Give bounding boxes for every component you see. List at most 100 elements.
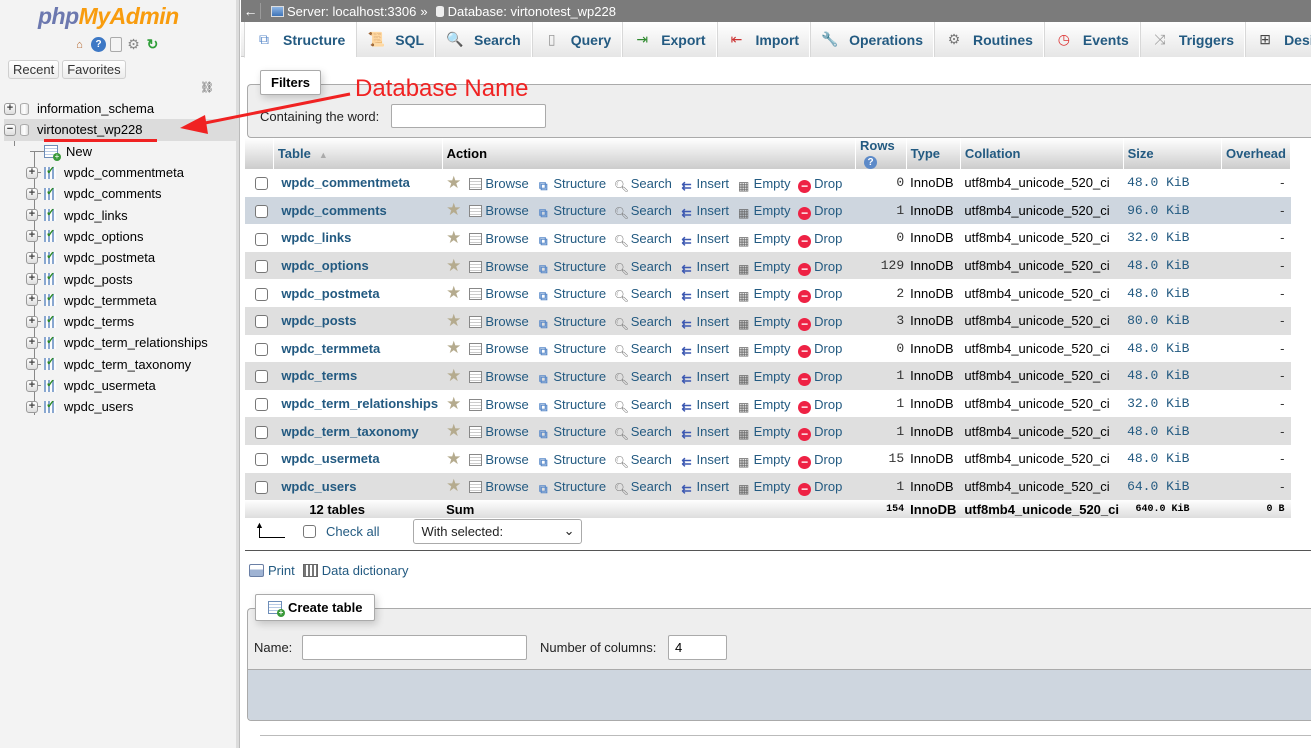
header-size[interactable]: Size <box>1123 138 1223 169</box>
browse-label[interactable]: Browse <box>485 286 528 301</box>
tab-structure[interactable]: ⧉ Structure <box>244 22 357 58</box>
tree-db-information-schema[interactable]: + information_schema <box>4 98 236 119</box>
table-name-link[interactable]: wpdc_comments <box>273 196 443 225</box>
header-overhead[interactable]: Overhead <box>1221 138 1291 169</box>
nav-resizer[interactable] <box>236 0 239 748</box>
data-dictionary-icon[interactable] <box>302 564 318 577</box>
favorite-star-icon[interactable]: ★ <box>446 311 461 330</box>
tab-export[interactable]: ⇥ Export <box>622 22 717 57</box>
row-checkbox[interactable] <box>255 480 268 494</box>
search-label[interactable]: Search <box>631 369 672 384</box>
empty-label[interactable]: Empty <box>754 452 791 467</box>
structure-label[interactable]: Structure <box>553 259 606 274</box>
row-checkbox[interactable] <box>255 398 268 412</box>
table-size[interactable]: 64.0 KiB <box>1123 472 1222 501</box>
db-name[interactable]: information_schema <box>37 101 154 116</box>
row-checkbox[interactable] <box>255 370 268 384</box>
empty-label[interactable]: Empty <box>754 369 791 384</box>
table-name[interactable]: wpdc_options <box>64 229 144 244</box>
empty-action[interactable]: ▦ Empty <box>737 424 791 441</box>
table-name-link[interactable]: wpdc_users <box>273 472 443 501</box>
search-label[interactable]: Search <box>631 231 672 246</box>
table-row[interactable]: wpdc_term_relationships ★ Browse ⧉ Structur… <box>245 389 1291 418</box>
help-icon[interactable]: ? <box>91 37 106 52</box>
insert-label[interactable]: Insert <box>697 176 730 191</box>
search-action[interactable]: 🔍︎ Search <box>614 259 672 276</box>
search-action[interactable]: 🔍︎ Search <box>614 369 672 386</box>
table-size[interactable]: 48.0 KiB <box>1123 251 1222 280</box>
empty-label[interactable]: Empty <box>754 203 791 218</box>
browse-label[interactable]: Browse <box>485 341 528 356</box>
expand-plus-icon[interactable]: + <box>26 230 38 243</box>
expand-plus-icon[interactable]: + <box>4 102 16 115</box>
table-name[interactable]: wpdc_users <box>64 399 133 414</box>
browse-action[interactable]: Browse <box>469 479 529 494</box>
table-size[interactable]: 32.0 KiB <box>1123 389 1222 418</box>
header-rows[interactable]: Rows? <box>855 138 907 169</box>
header-rows-label[interactable]: Rows <box>860 138 895 153</box>
collapse-nav-arrow-icon[interactable]: ← <box>241 3 261 19</box>
browse-label[interactable]: Browse <box>485 452 528 467</box>
favorite-star-icon[interactable]: ★ <box>446 366 461 385</box>
table-row[interactable]: wpdc_usermeta ★ Browse ⧉ Structure 🔍︎ Search… <box>245 444 1291 473</box>
empty-action[interactable]: ▦ Empty <box>737 452 791 469</box>
expand-plus-icon[interactable]: + <box>26 209 38 222</box>
table-row[interactable]: wpdc_posts ★ Browse ⧉ Structure 🔍︎ Search ⇇ I… <box>245 306 1291 335</box>
recent-tab[interactable]: Recent <box>8 60 60 79</box>
browse-action[interactable]: Browse <box>469 369 529 384</box>
table-name[interactable]: wpdc_term_relationships <box>64 335 208 350</box>
tree-table-item[interactable]: + wpdc_usermeta <box>4 375 236 396</box>
tree-table-item[interactable]: + wpdc_links <box>4 204 236 225</box>
table-size[interactable]: 96.0 KiB <box>1123 196 1222 225</box>
structure-label[interactable]: Structure <box>553 341 606 356</box>
insert-action[interactable]: ⇇ Insert <box>680 424 730 441</box>
expand-plus-icon[interactable]: + <box>26 273 38 286</box>
table-name[interactable]: wpdc_termmeta <box>64 293 156 308</box>
drop-action[interactable]: − Drop <box>798 314 842 331</box>
tab-search[interactable]: 🔍 Search <box>435 22 532 57</box>
sort-asc-icon[interactable]: ▲ <box>319 150 328 160</box>
insert-label[interactable]: Insert <box>697 341 730 356</box>
header-type[interactable]: Type <box>906 138 961 169</box>
table-row[interactable]: wpdc_users ★ Browse ⧉ Structure 🔍︎ Search ⇇ I… <box>245 472 1291 501</box>
data-dictionary-link[interactable]: Data dictionary <box>322 563 409 578</box>
expand-plus-icon[interactable]: + <box>26 294 38 307</box>
browse-label[interactable]: Browse <box>485 231 528 246</box>
tab-routines[interactable]: ⚙ Routines <box>934 22 1044 57</box>
empty-action[interactable]: ▦ Empty <box>737 203 791 220</box>
drop-label[interactable]: Drop <box>814 203 842 218</box>
empty-action[interactable]: ▦ Empty <box>737 397 791 414</box>
table-row[interactable]: wpdc_options ★ Browse ⧉ Structure 🔍︎ Search … <box>245 251 1291 280</box>
drop-action[interactable]: − Drop <box>798 397 842 414</box>
favorite-star-icon[interactable]: ★ <box>446 476 461 495</box>
tree-table-item[interactable]: + wpdc_termmeta <box>4 290 236 311</box>
table-name-link[interactable]: wpdc_term_taxonomy <box>273 417 443 445</box>
browse-action[interactable]: Browse <box>469 341 529 356</box>
search-label[interactable]: Search <box>631 479 672 494</box>
search-label[interactable]: Search <box>631 203 672 218</box>
with-selected-dropdown[interactable]: With selected: ⌄ <box>413 518 583 544</box>
tree-db-virtonotest[interactable]: − virtonotest_wp228 <box>4 119 236 141</box>
structure-label[interactable]: Structure <box>553 231 606 246</box>
drop-action[interactable]: − Drop <box>798 424 842 442</box>
browse-action[interactable]: Browse <box>469 452 529 467</box>
insert-action[interactable]: ⇇ Insert <box>680 203 730 220</box>
header-table-label[interactable]: Table <box>278 146 311 161</box>
browse-action[interactable]: Browse <box>469 424 529 439</box>
expand-plus-icon[interactable]: + <box>26 336 38 349</box>
table-name[interactable]: wpdc_usermeta <box>64 378 156 393</box>
insert-label[interactable]: Insert <box>697 286 730 301</box>
table-structure-icon[interactable] <box>44 249 58 264</box>
columns-input[interactable]: 4 <box>668 635 727 660</box>
favorite-star-icon[interactable]: ★ <box>446 421 461 440</box>
table-structure-icon[interactable] <box>44 164 58 179</box>
check-all-checkbox[interactable] <box>303 524 316 538</box>
favorite-star-icon[interactable]: ★ <box>446 338 461 357</box>
row-checkbox[interactable] <box>255 287 268 301</box>
browse-action[interactable]: Browse <box>469 176 529 191</box>
filter-input[interactable] <box>391 104 546 128</box>
table-name[interactable]: wpdc_postmeta <box>64 250 155 265</box>
docs-icon[interactable] <box>110 37 122 52</box>
insert-action[interactable]: ⇇ Insert <box>680 479 730 496</box>
check-all-label[interactable]: Check all <box>326 524 379 539</box>
